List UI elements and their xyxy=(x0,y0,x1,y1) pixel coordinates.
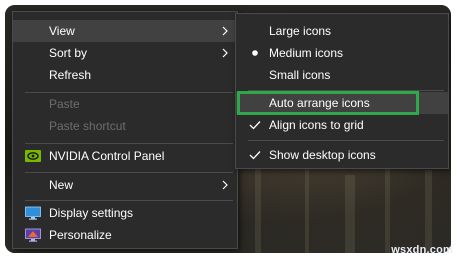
chevron-right-icon xyxy=(222,26,228,36)
submenu-item-label: Align icons to grid xyxy=(269,118,364,132)
menu-separator xyxy=(25,200,233,201)
menu-item-refresh[interactable]: Refresh xyxy=(13,64,237,86)
submenu-item-label: Small icons xyxy=(269,68,331,82)
menu-item-label: Display settings xyxy=(49,206,134,220)
menu-separator xyxy=(25,143,233,144)
submenu-item-align-icons-to-grid[interactable]: Align icons to grid xyxy=(236,114,448,136)
menu-item-paste-shortcut: Paste shortcut xyxy=(13,115,237,137)
submenu-item-medium-icons[interactable]: Medium icons xyxy=(236,42,448,64)
submenu-item-label: Show desktop icons xyxy=(269,148,376,162)
submenu-item-small-icons[interactable]: Small icons xyxy=(236,64,448,86)
watermark: wsxdn.com xyxy=(391,244,453,256)
bullet-icon xyxy=(252,50,258,56)
check-icon xyxy=(249,151,261,160)
submenu-item-show-desktop-icons[interactable]: Show desktop icons xyxy=(236,144,448,166)
menu-item-label: View xyxy=(49,24,75,38)
menu-item-personalize[interactable]: Personalize xyxy=(13,224,237,246)
nvidia-icon xyxy=(25,150,41,162)
personalize-icon xyxy=(25,228,41,242)
chevron-right-icon xyxy=(222,48,228,58)
menu-item-label: Paste xyxy=(49,97,80,111)
menu-separator xyxy=(25,172,233,173)
highlight-box xyxy=(237,91,419,115)
menu-item-label: NVIDIA Control Panel xyxy=(49,149,165,163)
menu-item-label: New xyxy=(49,178,74,192)
submenu-item-large-icons[interactable]: Large icons xyxy=(236,20,448,42)
submenu-separator xyxy=(248,140,444,141)
menu-item-nvidia-control-panel[interactable]: NVIDIA Control Panel xyxy=(13,145,237,167)
screenshot-frame: View Sort by Refresh Paste Paste shortcu… xyxy=(5,5,451,253)
menu-item-label: Personalize xyxy=(49,228,112,242)
menu-item-label: Paste shortcut xyxy=(49,119,126,133)
menu-item-label: Refresh xyxy=(49,68,92,82)
chevron-right-icon xyxy=(222,180,228,190)
display-settings-icon xyxy=(25,206,41,220)
submenu-item-label: Medium icons xyxy=(269,46,344,60)
view-submenu: Large icons Medium icons Small icons Aut… xyxy=(235,13,449,169)
desktop-context-menu: View Sort by Refresh Paste Paste shortcu… xyxy=(12,11,238,249)
check-icon xyxy=(249,121,261,130)
menu-item-sort-by[interactable]: Sort by xyxy=(13,42,237,64)
menu-item-new[interactable]: New xyxy=(13,174,237,196)
menu-item-paste: Paste xyxy=(13,93,237,115)
menu-item-view[interactable]: View xyxy=(13,20,237,42)
menu-item-label: Sort by xyxy=(49,46,88,60)
menu-item-display-settings[interactable]: Display settings xyxy=(13,202,237,224)
submenu-item-label: Large icons xyxy=(269,24,332,38)
